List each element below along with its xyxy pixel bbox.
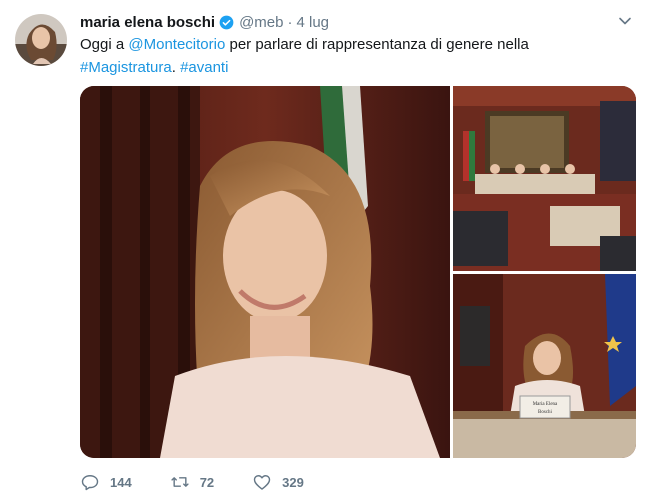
- author-name[interactable]: maria elena boschi: [80, 14, 215, 31]
- main-photo[interactable]: [80, 86, 450, 458]
- hashtag-link[interactable]: #Magistratura: [80, 59, 172, 76]
- reply-action[interactable]: 144: [80, 472, 132, 492]
- retweet-icon: [171, 477, 189, 487]
- text-part: .: [171, 59, 181, 76]
- avatar[interactable]: [15, 14, 67, 66]
- reply-icon: [81, 475, 99, 491]
- speaker-photo[interactable]: Maria Elena Boschi: [453, 274, 636, 458]
- tweet-header: maria elena boschi @meb · 4 lug: [80, 12, 329, 32]
- nameplate-line1: Maria Elena: [533, 402, 558, 407]
- verified-icon: [219, 15, 234, 30]
- like-action[interactable]: 329: [252, 472, 304, 492]
- chevron-down-icon[interactable]: [618, 14, 632, 28]
- grid-gap: [450, 86, 453, 458]
- retweet-count: 72: [199, 474, 215, 490]
- author-handle[interactable]: @meb: [239, 14, 283, 31]
- text-part: Oggi a: [80, 36, 129, 53]
- action-bar: 144 72 329: [80, 472, 342, 492]
- reply-count: 144: [110, 474, 132, 490]
- like-count: 329: [282, 474, 304, 490]
- tweet-text: Oggi a @Montecitorio per parlare di rapp…: [80, 33, 620, 79]
- mention-link[interactable]: @Montecitorio: [128, 36, 225, 53]
- like-icon: [253, 475, 271, 490]
- grid-gap: [453, 271, 636, 274]
- separator-dot: ·: [287, 13, 293, 31]
- hashtag-link[interactable]: #avanti: [180, 59, 228, 76]
- room-photo[interactable]: [453, 86, 636, 271]
- tweet-card: maria elena boschi @meb · 4 lug Oggi a @…: [0, 0, 654, 504]
- tweet-time[interactable]: 4 lug: [296, 14, 329, 31]
- media-grid: Maria Elena Boschi: [80, 86, 636, 458]
- text-part: per parlare di rappresentanza di genere …: [225, 36, 529, 53]
- retweet-action[interactable]: 72: [170, 472, 214, 492]
- nameplate-line2: Boschi: [538, 410, 553, 415]
